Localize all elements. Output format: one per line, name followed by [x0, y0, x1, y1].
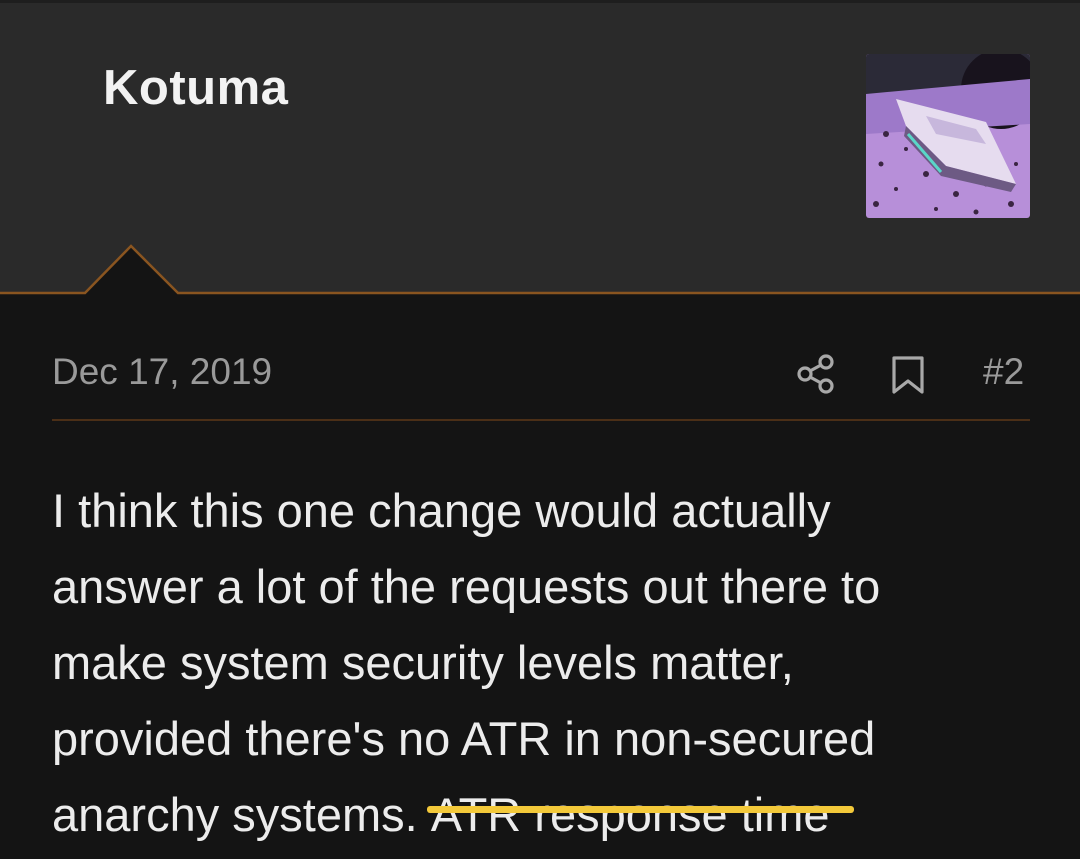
author-name[interactable]: Kotuma: [103, 60, 288, 116]
avatar[interactable]: [866, 54, 1030, 218]
post-content-text: anarchy systems.: [52, 788, 431, 841]
struck-text: ATR response time: [430, 788, 830, 841]
post-content-line: answer a lot of the requests out there t…: [52, 560, 881, 613]
post-date[interactable]: Dec 17, 2019: [52, 351, 272, 393]
bookmark-icon[interactable]: [890, 355, 926, 395]
header-pointer: [0, 244, 1080, 300]
post-body: Dec 17, 2019 #2 I think this one change …: [0, 295, 1080, 859]
post-content-line: I think this one change would actually: [52, 484, 831, 537]
post-number-link[interactable]: #2: [983, 351, 1024, 393]
strike-highlight: [426, 806, 854, 813]
share-icon[interactable]: [796, 353, 836, 395]
post-content-line: make system security levels matter,: [52, 636, 794, 689]
struck-through-text: ATR response time: [426, 777, 854, 853]
post-content: I think this one change would actually a…: [52, 473, 1032, 853]
post-content-line: anarchy systems. ATR response time: [52, 777, 1032, 853]
post-meta-divider: [52, 419, 1030, 421]
post-content-line: provided there's no ATR in non-secured: [52, 712, 876, 765]
